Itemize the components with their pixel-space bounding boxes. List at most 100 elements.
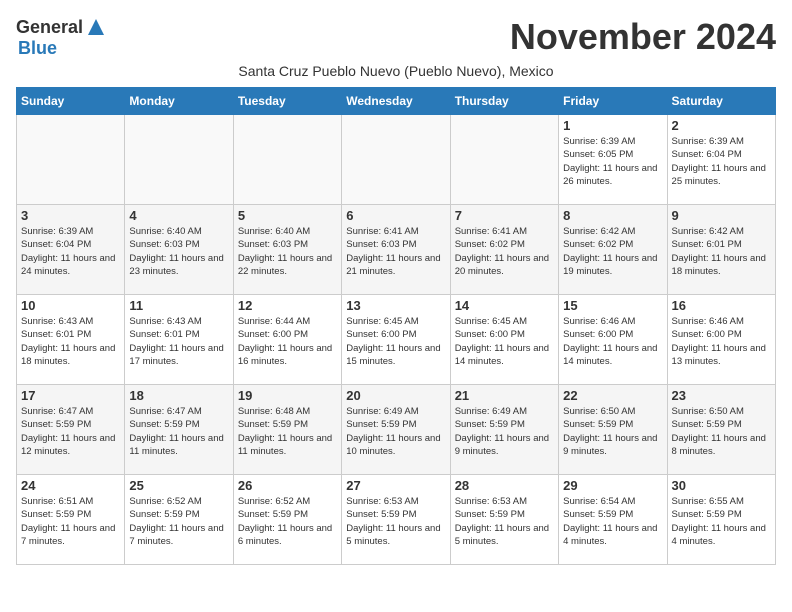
cell-info: Sunset: 5:59 PM <box>455 508 554 521</box>
cell-info: Daylight: 11 hours and 7 minutes. <box>129 522 228 549</box>
cell-info: Sunrise: 6:47 AM <box>129 405 228 418</box>
calendar-cell: 2Sunrise: 6:39 AMSunset: 6:04 PMDaylight… <box>667 115 775 205</box>
cell-info: Sunrise: 6:47 AM <box>21 405 120 418</box>
calendar-cell: 7Sunrise: 6:41 AMSunset: 6:02 PMDaylight… <box>450 205 558 295</box>
day-number: 21 <box>455 388 554 403</box>
cell-info: Sunrise: 6:39 AM <box>21 225 120 238</box>
cell-info: Daylight: 11 hours and 17 minutes. <box>129 342 228 369</box>
day-number: 22 <box>563 388 662 403</box>
calendar-cell: 6 Sunrise: 6:41 AMSunset: 6:03 PMDaylight… <box>342 205 450 295</box>
cell-info: Daylight: 11 hours and 11 minutes. <box>129 432 228 459</box>
day-number: 10 <box>21 298 120 313</box>
day-number: 2 <box>672 118 771 133</box>
cell-info: Daylight: 11 hours and 18 minutes. <box>21 342 120 369</box>
cell-info: Daylight: 11 hours and 20 minutes. <box>455 252 554 279</box>
cell-info: Sunrise: 6:52 AM <box>238 495 337 508</box>
cell-info: Sunset: 6:03 PM <box>129 238 228 251</box>
calendar-cell <box>125 115 233 205</box>
cell-info: Sunset: 6:01 PM <box>129 328 228 341</box>
calendar-cell <box>233 115 341 205</box>
day-of-week-header: Monday <box>125 88 233 115</box>
day-number: 7 <box>455 208 554 223</box>
cell-info: Daylight: 11 hours and 23 minutes. <box>129 252 228 279</box>
cell-info: Sunrise: 6:40 AM <box>129 225 228 238</box>
calendar-cell: 9Sunrise: 6:42 AMSunset: 6:01 PMDaylight… <box>667 205 775 295</box>
cell-info: Daylight: 11 hours and 9 minutes. <box>563 432 662 459</box>
calendar-cell: 25Sunrise: 6:52 AMSunset: 5:59 PMDayligh… <box>125 475 233 565</box>
cell-info: Sunset: 6:00 PM <box>238 328 337 341</box>
day-number: 29 <box>563 478 662 493</box>
calendar-cell: 3Sunrise: 6:39 AMSunset: 6:04 PMDaylight… <box>17 205 125 295</box>
cell-info: Sunset: 6:03 PM <box>346 238 445 251</box>
calendar-subtitle: Santa Cruz Pueblo Nuevo (Pueblo Nuevo), … <box>16 63 776 79</box>
cell-info: Sunset: 5:59 PM <box>21 508 120 521</box>
calendar-cell: 16Sunrise: 6:46 AMSunset: 6:00 PMDayligh… <box>667 295 775 385</box>
day-number: 28 <box>455 478 554 493</box>
day-of-week-header: Sunday <box>17 88 125 115</box>
logo-blue: Blue <box>18 38 57 59</box>
cell-info: Sunrise: 6:50 AM <box>563 405 662 418</box>
cell-info: Sunrise: 6:52 AM <box>129 495 228 508</box>
cell-info: Sunset: 5:59 PM <box>672 418 771 431</box>
cell-info: Sunrise: 6:53 AM <box>346 495 445 508</box>
cell-info: Sunset: 6:00 PM <box>346 328 445 341</box>
cell-info: Daylight: 11 hours and 26 minutes. <box>563 162 662 189</box>
cell-info: Daylight: 11 hours and 15 minutes. <box>346 342 445 369</box>
day-number: 24 <box>21 478 120 493</box>
calendar-cell: 5Sunrise: 6:40 AMSunset: 6:03 PMDaylight… <box>233 205 341 295</box>
calendar-cell: 23Sunrise: 6:50 AMSunset: 5:59 PMDayligh… <box>667 385 775 475</box>
month-title: November 2024 <box>510 16 776 58</box>
cell-info: Sunset: 6:04 PM <box>21 238 120 251</box>
day-number: 11 <box>129 298 228 313</box>
cell-info: Sunrise: 6:49 AM <box>455 405 554 418</box>
calendar-cell: 17Sunrise: 6:47 AMSunset: 5:59 PMDayligh… <box>17 385 125 475</box>
calendar-cell: 15Sunrise: 6:46 AMSunset: 6:00 PMDayligh… <box>559 295 667 385</box>
calendar-cell: 27Sunrise: 6:53 AMSunset: 5:59 PMDayligh… <box>342 475 450 565</box>
cell-info: Sunset: 6:05 PM <box>563 148 662 161</box>
day-number: 5 <box>238 208 337 223</box>
day-of-week-header: Saturday <box>667 88 775 115</box>
cell-info: Sunset: 5:59 PM <box>346 418 445 431</box>
cell-info: Sunset: 5:59 PM <box>563 508 662 521</box>
cell-info: Sunrise: 6:41 AM <box>346 225 445 238</box>
calendar-cell <box>450 115 558 205</box>
calendar-cell: 29Sunrise: 6:54 AMSunset: 5:59 PMDayligh… <box>559 475 667 565</box>
cell-info: Sunrise: 6:44 AM <box>238 315 337 328</box>
cell-info: Daylight: 11 hours and 14 minutes. <box>563 342 662 369</box>
calendar-cell: 18Sunrise: 6:47 AMSunset: 5:59 PMDayligh… <box>125 385 233 475</box>
cell-info: Sunset: 5:59 PM <box>563 418 662 431</box>
cell-info: Sunrise: 6:40 AM <box>238 225 337 238</box>
cell-info: Sunrise: 6:45 AM <box>346 315 445 328</box>
logo-icon <box>85 16 107 38</box>
cell-info: Daylight: 11 hours and 5 minutes. <box>455 522 554 549</box>
logo-general: General <box>16 17 83 38</box>
day-number: 3 <box>21 208 120 223</box>
calendar-cell <box>342 115 450 205</box>
cell-info: Daylight: 11 hours and 19 minutes. <box>563 252 662 279</box>
cell-info: Sunrise: 6:53 AM <box>455 495 554 508</box>
cell-info: Daylight: 11 hours and 12 minutes. <box>21 432 120 459</box>
day-number: 6 <box>346 208 445 223</box>
day-of-week-header: Friday <box>559 88 667 115</box>
day-number: 23 <box>672 388 771 403</box>
cell-info: Daylight: 11 hours and 21 minutes. <box>346 252 445 279</box>
calendar-cell <box>17 115 125 205</box>
cell-info: Sunrise: 6:55 AM <box>672 495 771 508</box>
day-number: 26 <box>238 478 337 493</box>
cell-info: Sunset: 6:00 PM <box>563 328 662 341</box>
cell-info: Sunset: 5:59 PM <box>455 418 554 431</box>
cell-info: Sunset: 6:00 PM <box>455 328 554 341</box>
cell-info: Sunset: 6:03 PM <box>238 238 337 251</box>
calendar-cell: 19Sunrise: 6:48 AMSunset: 5:59 PMDayligh… <box>233 385 341 475</box>
cell-info: Sunrise: 6:42 AM <box>563 225 662 238</box>
day-number: 25 <box>129 478 228 493</box>
day-number: 4 <box>129 208 228 223</box>
cell-info: Sunset: 6:01 PM <box>672 238 771 251</box>
day-of-week-header: Thursday <box>450 88 558 115</box>
cell-info: Daylight: 11 hours and 7 minutes. <box>21 522 120 549</box>
calendar-cell: 1Sunrise: 6:39 AMSunset: 6:05 PMDaylight… <box>559 115 667 205</box>
calendar-cell: 13Sunrise: 6:45 AMSunset: 6:00 PMDayligh… <box>342 295 450 385</box>
calendar-table: SundayMondayTuesdayWednesdayThursdayFrid… <box>16 87 776 565</box>
day-number: 1 <box>563 118 662 133</box>
calendar-cell: 4 Sunrise: 6:40 AMSunset: 6:03 PMDaylight… <box>125 205 233 295</box>
